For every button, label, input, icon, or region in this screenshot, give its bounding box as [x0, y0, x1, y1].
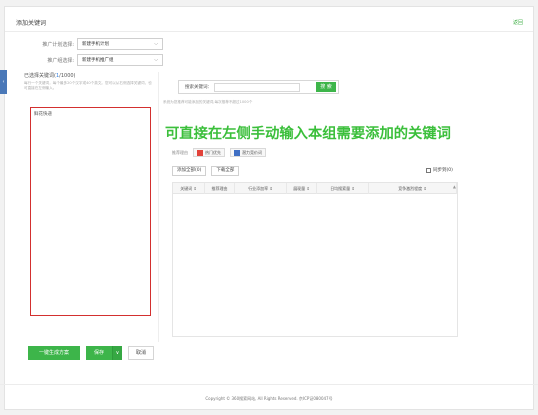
- panel-divider: [158, 72, 159, 342]
- hot-first-button[interactable]: 热门优先: [193, 148, 225, 157]
- plan-row: 推广计划选择: 新建手机计划 ⌵: [34, 38, 163, 50]
- potential-keywords-label: 潜力竞价词: [242, 149, 262, 155]
- back-link[interactable]: 返回: [513, 19, 523, 26]
- table-column-header[interactable]: 竞争激烈程度 ⇕: [369, 183, 457, 194]
- sync-link[interactable]: 同步到(0): [426, 167, 453, 173]
- chevron-down-icon: ⌵: [154, 57, 158, 63]
- keyword-textarea[interactable]: 鲜花快递: [30, 107, 151, 316]
- selected-keywords-heading: 已选择关键词(1/1000): [24, 72, 154, 79]
- plan-label: 推广计划选择:: [42, 41, 74, 48]
- footer-actions: 一键生成方案 保存 ∨ 取消: [28, 346, 154, 360]
- recommend-tools: 推荐理由 热门优先 潜力竞价词: [172, 148, 266, 157]
- generate-plan-button[interactable]: 一键生成方案: [28, 346, 80, 360]
- heading-suffix: /1000): [59, 73, 76, 79]
- unit-select-value: 新建手机推广组: [82, 58, 114, 63]
- sync-icon: [426, 167, 431, 173]
- scroll-up-icon[interactable]: ▲: [453, 184, 456, 189]
- save-group: 保存 ∨: [86, 346, 122, 360]
- potential-icon: [234, 149, 240, 156]
- hot-first-label: 热门优先: [205, 149, 221, 155]
- sync-label: 同步到(0): [433, 168, 453, 173]
- search-label: 搜索关键词：: [185, 85, 212, 90]
- unit-select[interactable]: 新建手机推广组 ⌵: [77, 54, 163, 66]
- copyright: Copyright © 360搜索网站, All Rights Reserved…: [205, 396, 333, 401]
- header-divider: [5, 31, 533, 32]
- table-column-header[interactable]: 行业添加率 ⇕: [235, 183, 287, 194]
- chevron-left-icon: ‹: [2, 79, 5, 85]
- keyword-table: 关键词 ⇕ 推荐理由 行业添加率 ⇕ 展现量 ⇕ 日均搜索量 ⇕ 竞争激烈程度 ⇕ ▲: [172, 182, 458, 337]
- search-bar: 搜索关键词：: [178, 80, 339, 94]
- plan-select-value: 新建手机计划: [82, 42, 109, 47]
- page-title: 添加关键词: [16, 20, 47, 27]
- chevron-down-icon: ⌵: [154, 41, 158, 47]
- add-all-button[interactable]: 添加全部(0): [172, 166, 207, 176]
- unit-label: 推广组选择:: [47, 57, 74, 64]
- annotation-callout: 可直接在左侧手动输入本组需要添加的关键词: [165, 126, 451, 142]
- table-column-header[interactable]: 推荐理由: [205, 183, 235, 194]
- collapse-tab[interactable]: ‹: [0, 70, 7, 94]
- table-actions: 添加全部(0) 下载全部: [172, 166, 240, 176]
- keyword-hint: 每行一个关键词，每个最多20个汉字或40个英文。您可以从右侧选择关键词，也可直接…: [24, 81, 152, 90]
- search-button[interactable]: 搜 索: [316, 82, 336, 92]
- potential-keywords-button[interactable]: 潜力竞价词: [230, 148, 266, 157]
- unit-row: 推广组选择: 新建手机推广组 ⌵: [34, 54, 163, 66]
- table-column-header[interactable]: 展现量 ⇕: [287, 183, 317, 194]
- search-input[interactable]: [214, 82, 300, 92]
- footer-divider: [0, 384, 538, 385]
- recommend-hint: 系统为您推荐可能添加的关键词,每次推荐不超过1000个: [163, 100, 253, 104]
- table-header: 关键词 ⇕ 推荐理由 行业添加率 ⇕ 展现量 ⇕ 日均搜索量 ⇕ 竞争激烈程度 ⇕: [173, 183, 457, 194]
- keyword-entry: 鲜花快递: [34, 112, 52, 117]
- download-all-button[interactable]: 下载全部: [211, 166, 240, 176]
- heading-prefix: 已选择关键词(: [24, 73, 56, 79]
- selected-keywords-panel: 已选择关键词(1/1000) 每行一个关键词，每个最多20个汉字或40个英文。您…: [24, 72, 154, 91]
- plan-select[interactable]: 新建手机计划 ⌵: [77, 38, 163, 50]
- tools-label: 推荐理由: [172, 149, 188, 155]
- hot-icon: [197, 149, 203, 156]
- save-options-chevron-icon[interactable]: ∨: [112, 346, 122, 360]
- cancel-button[interactable]: 取消: [128, 346, 154, 360]
- table-column-header[interactable]: 日均搜索量 ⇕: [317, 183, 369, 194]
- table-column-header[interactable]: 关键词 ⇕: [173, 183, 205, 194]
- save-button[interactable]: 保存: [86, 346, 112, 360]
